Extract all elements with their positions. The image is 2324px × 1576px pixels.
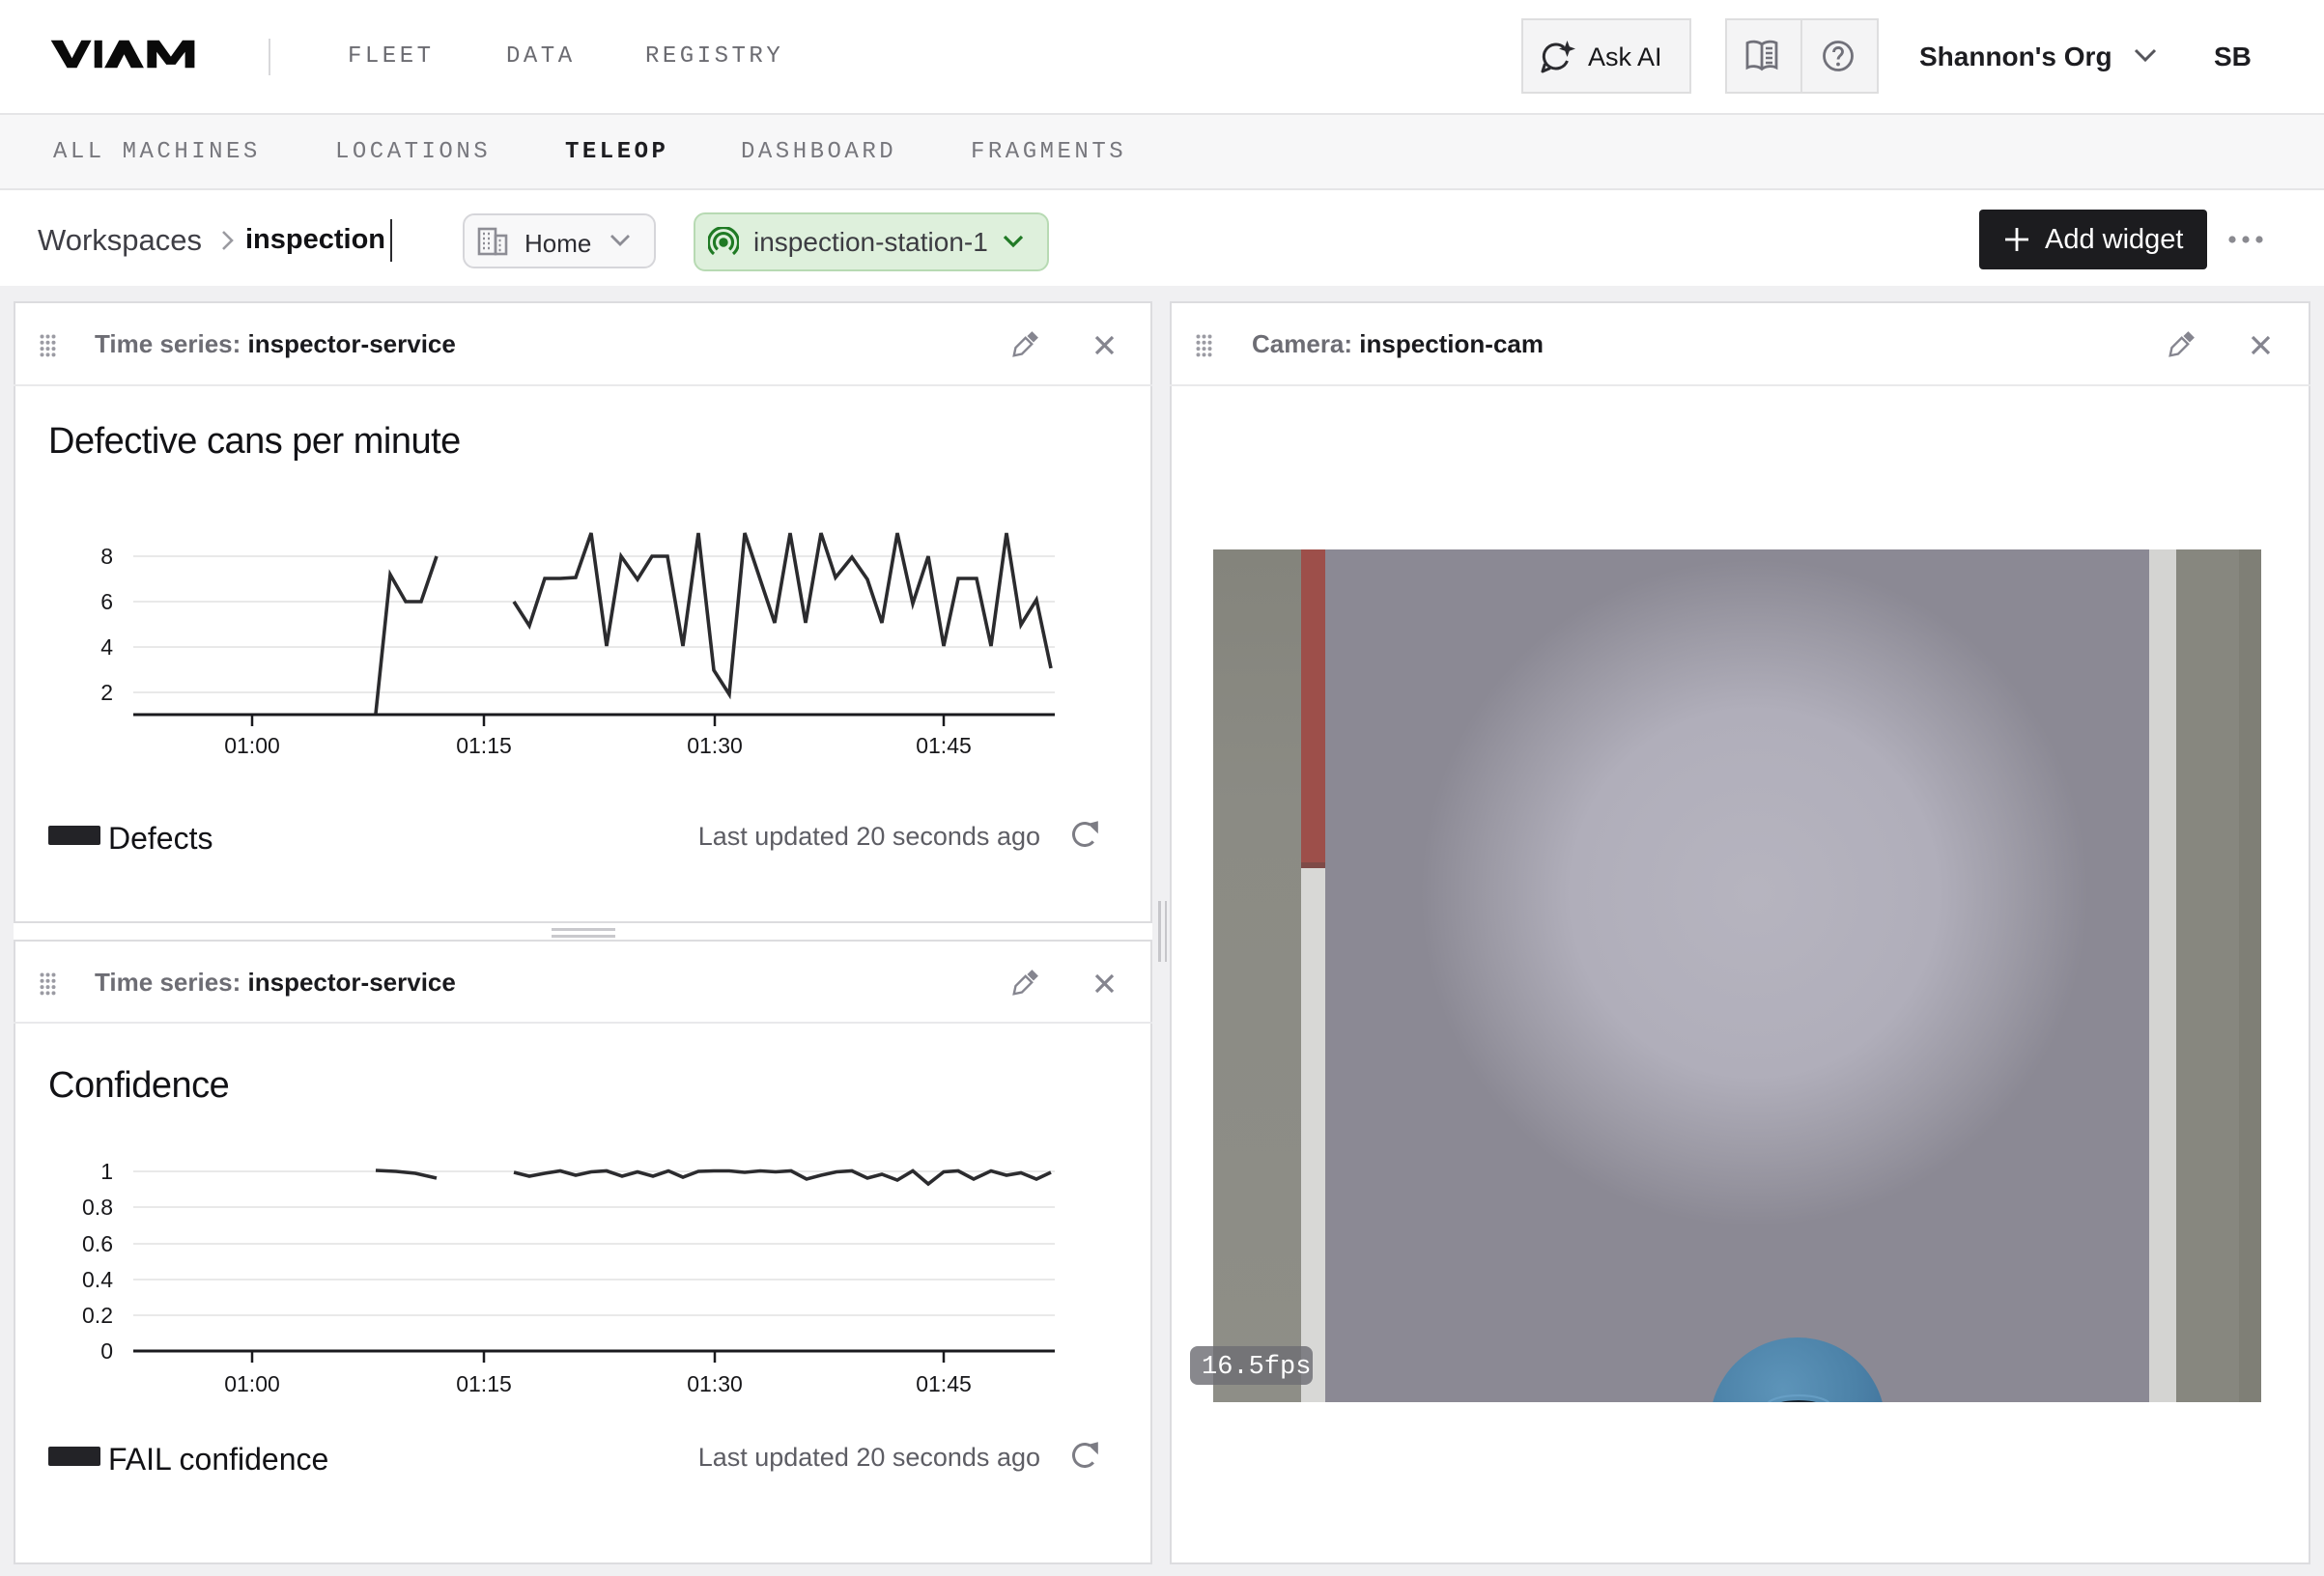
svg-text:0.2: 0.2 <box>82 1303 113 1328</box>
svg-text:6: 6 <box>100 589 113 614</box>
svg-text:Defects: Defects <box>108 821 213 856</box>
svg-text:FAIL confidence: FAIL confidence <box>108 1442 328 1477</box>
svg-text:0.8: 0.8 <box>82 1195 113 1220</box>
svg-text:01:00: 01:00 <box>224 1371 280 1396</box>
svg-text:01:15: 01:15 <box>456 733 512 758</box>
svg-text:01:15: 01:15 <box>456 1371 512 1396</box>
svg-text:Last updated 20 seconds ago: Last updated 20 seconds ago <box>698 1443 1040 1472</box>
svg-text:0: 0 <box>100 1338 113 1364</box>
svg-text:2: 2 <box>100 680 113 705</box>
svg-text:01:00: 01:00 <box>224 733 280 758</box>
svg-text:01:45: 01:45 <box>916 1371 972 1396</box>
svg-text:1: 1 <box>100 1159 113 1184</box>
svg-text:0.6: 0.6 <box>82 1231 113 1256</box>
svg-text:01:30: 01:30 <box>687 1371 743 1396</box>
svg-text:0.4: 0.4 <box>82 1267 113 1292</box>
svg-text:4: 4 <box>100 634 113 660</box>
svg-text:8: 8 <box>100 544 113 569</box>
svg-text:Last updated 20 seconds ago: Last updated 20 seconds ago <box>698 822 1040 851</box>
svg-text:01:30: 01:30 <box>687 733 743 758</box>
svg-text:01:45: 01:45 <box>916 733 972 758</box>
